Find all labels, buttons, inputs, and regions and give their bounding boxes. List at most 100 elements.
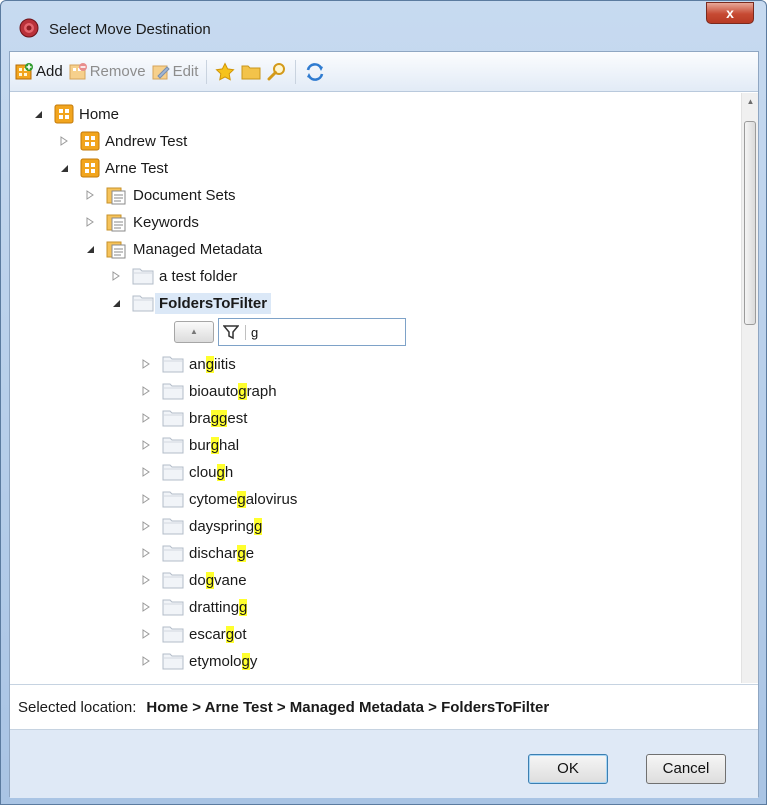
label-prefix: dayspring — [189, 517, 255, 535]
label-suffix: ot — [234, 625, 247, 643]
tree-node-filtered-folder[interactable]: etymology — [140, 648, 257, 674]
collapsed-arrow-icon — [142, 575, 150, 585]
filter-match-highlight: g — [238, 382, 247, 400]
tree-node-keywords[interactable]: Keywords — [84, 209, 199, 235]
tree-label: discharge — [189, 544, 254, 562]
collapsed-arrow-icon — [86, 190, 94, 200]
tree-label: Managed Metadata — [133, 240, 263, 258]
folder-tree[interactable]: Home Andrew Test Arne Test Document Sets… — [10, 93, 743, 683]
tree-label: escargot — [189, 625, 247, 643]
selected-location-path: Home > Arne Test > Managed Metadata > Fo… — [146, 698, 550, 716]
scrollbar-thumb[interactable] — [744, 121, 756, 325]
label-suffix: hal — [219, 436, 240, 454]
tree-label: angiitis — [189, 355, 236, 373]
filter-input[interactable]: g — [218, 318, 406, 346]
folder-icon — [162, 543, 184, 563]
refresh-button[interactable] — [301, 58, 329, 86]
tree-label: Arne Test — [105, 159, 169, 177]
folder-icon — [162, 489, 184, 509]
selected-location-label: Selected location: — [18, 698, 137, 716]
tree-node-filtered-folder[interactable]: burghal — [140, 432, 239, 458]
expanded-arrow-icon — [61, 165, 68, 172]
collapsed-arrow-icon — [142, 467, 150, 477]
tree-label: clough — [189, 463, 233, 481]
toolbar-separator — [295, 59, 297, 84]
filter-match-highlight: g — [210, 436, 220, 454]
tree-node-home[interactable]: Home — [32, 101, 119, 127]
label-prefix: an — [189, 355, 206, 373]
label-prefix: cytome — [189, 490, 238, 508]
search-button[interactable] — [264, 58, 290, 86]
tree-label: drattingg — [189, 598, 248, 616]
label-prefix: clou — [189, 463, 217, 481]
tree-node-filtered-folder[interactable]: braggest — [140, 405, 247, 431]
ok-button[interactable]: OK — [528, 754, 608, 784]
app-icon — [19, 18, 39, 38]
tree-node-filtered-folder[interactable]: dogvane — [140, 567, 247, 593]
tree-node-filtered-folder[interactable]: clough — [140, 459, 233, 485]
filter-match-highlight: g — [237, 544, 246, 562]
edit-label: Edit — [172, 63, 199, 80]
folder-button[interactable] — [238, 58, 264, 86]
collapsed-arrow-icon — [142, 359, 150, 369]
folder-icon — [162, 381, 184, 401]
folder-icon — [162, 435, 184, 455]
edit-button[interactable]: Edit — [149, 58, 202, 86]
tree-node-filtered-folder[interactable]: bioautograph — [140, 378, 277, 404]
tree-node-arne-test[interactable]: Arne Test — [58, 155, 168, 181]
expanded-arrow-icon — [35, 111, 42, 118]
dialog-footer: OK Cancel — [10, 729, 758, 798]
filter-icon — [223, 324, 239, 340]
tree-node-managed-metadata[interactable]: Managed Metadata — [84, 236, 262, 262]
label-prefix: bur — [189, 436, 211, 454]
cancel-button[interactable]: Cancel — [646, 754, 726, 784]
tree-node-filtered-folder[interactable]: escargot — [140, 621, 247, 647]
remove-button[interactable]: Remove — [66, 58, 149, 86]
collapsed-arrow-icon — [142, 386, 150, 396]
folder-icon — [162, 354, 184, 374]
label-suffix: raph — [246, 382, 277, 400]
label-prefix: bioauto — [189, 382, 239, 400]
sort-ascending-button[interactable]: ▲ — [174, 321, 214, 343]
search-icon — [267, 62, 286, 80]
add-button[interactable]: Add — [12, 58, 66, 86]
collapsed-arrow-icon — [142, 440, 150, 450]
favorite-button[interactable] — [212, 58, 238, 86]
title-bar[interactable]: Select Move Destination x — [1, 1, 766, 49]
filter-bar: ▲ g — [174, 318, 406, 346]
tree-node-filtered-folder[interactable]: drattingg — [140, 594, 248, 620]
filter-match-highlight: g — [241, 652, 250, 670]
label-suffix: vane — [214, 571, 247, 589]
tree-node-document-sets[interactable]: Document Sets — [84, 182, 236, 208]
scroll-up-arrow-icon[interactable]: ▲ — [742, 93, 759, 110]
folder-icon — [132, 293, 154, 313]
folder-icon — [162, 516, 184, 536]
folder-icon — [162, 462, 184, 482]
tree-node-a-test-folder[interactable]: a test folder — [110, 263, 237, 289]
folder-icon — [162, 624, 184, 644]
tree-label: FoldersToFilter — [155, 292, 272, 314]
label-prefix: dratting — [189, 598, 240, 616]
collapsed-arrow-icon — [142, 602, 150, 612]
add-label: Add — [36, 63, 63, 80]
tree-node-filtered-folder[interactable]: dayspringg — [140, 513, 263, 539]
site-icon — [54, 104, 74, 124]
tree-label: braggest — [189, 409, 248, 427]
filter-match-highlight: g — [254, 517, 263, 535]
label-prefix: etymolo — [189, 652, 242, 670]
tree-node-folders-to-filter[interactable]: FoldersToFilter — [110, 290, 272, 316]
tree-node-andrew-test[interactable]: Andrew Test — [58, 128, 187, 154]
close-button[interactable]: x — [706, 2, 754, 24]
label-prefix: dischar — [189, 544, 238, 562]
remove-icon — [69, 62, 87, 79]
folder-icon — [162, 651, 184, 671]
vertical-scrollbar[interactable]: ▲ — [741, 93, 758, 683]
label-suffix: est — [227, 409, 248, 427]
tree-node-filtered-folder[interactable]: discharge — [140, 540, 254, 566]
tree-label: burghal — [189, 436, 240, 454]
tree-node-filtered-folder[interactable]: cytomegalovirus — [140, 486, 297, 512]
expanded-arrow-icon — [87, 246, 94, 253]
refresh-icon — [307, 62, 324, 81]
collapsed-arrow-icon — [112, 271, 120, 281]
tree-node-filtered-folder[interactable]: angiitis — [140, 351, 236, 377]
